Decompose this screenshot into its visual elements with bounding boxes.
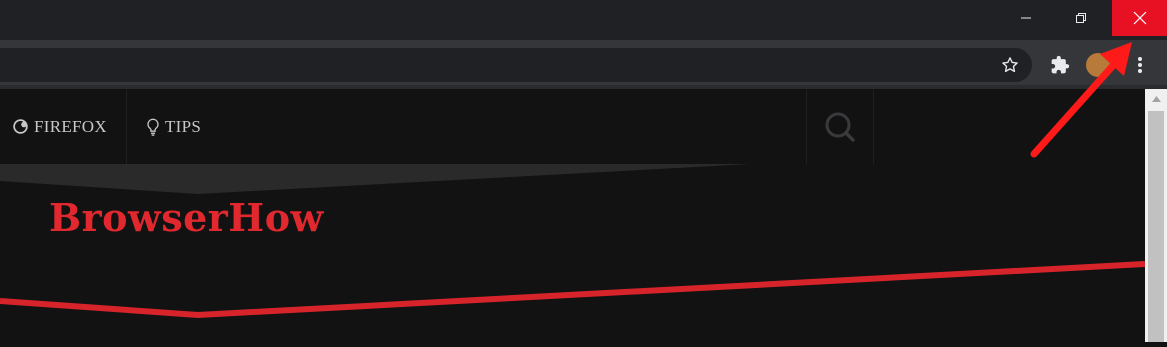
star-icon xyxy=(1002,57,1018,73)
hero-red-stripe xyxy=(0,261,1146,319)
extensions-button[interactable] xyxy=(1048,53,1072,77)
close-icon xyxy=(1133,11,1146,25)
lightbulb-icon xyxy=(147,118,159,136)
search-icon xyxy=(825,112,855,142)
chevron-up-icon xyxy=(1151,96,1161,102)
firefox-icon xyxy=(13,119,28,134)
nav-item-firefox[interactable]: FIREFOX xyxy=(12,89,107,164)
restore-button[interactable] xyxy=(1054,0,1108,36)
puzzle-icon xyxy=(1051,55,1070,74)
nav-item-label: TIPS xyxy=(165,116,202,136)
browser-menu-button[interactable] xyxy=(1128,53,1152,77)
hero-background xyxy=(0,164,1146,319)
site-nav: FIREFOX TIPS xyxy=(0,89,1145,164)
site-logo-text[interactable]: BrowserHow xyxy=(49,199,324,237)
scrollbar-thumb[interactable] xyxy=(1148,111,1164,342)
title-bar xyxy=(0,0,1167,40)
profile-avatar[interactable] xyxy=(1086,53,1110,77)
hero-shadow-shape xyxy=(0,164,750,194)
nav-item-tips[interactable]: TIPS xyxy=(146,89,201,164)
restore-icon xyxy=(1076,13,1086,23)
bookmark-star-button[interactable] xyxy=(998,53,1022,77)
scroll-up-button[interactable] xyxy=(1145,89,1167,109)
minimize-icon xyxy=(1021,17,1031,19)
address-bar[interactable] xyxy=(0,48,1032,82)
nav-divider xyxy=(873,89,874,164)
kebab-menu-icon xyxy=(1138,57,1142,73)
page-scrollbar[interactable] xyxy=(1145,89,1167,342)
site-search-button[interactable] xyxy=(807,89,873,164)
nav-item-label: FIREFOX xyxy=(34,116,107,136)
browser-toolbar xyxy=(0,45,1167,85)
close-button[interactable] xyxy=(1112,0,1167,36)
minimize-button[interactable] xyxy=(999,0,1053,36)
hero-banner xyxy=(0,164,1146,342)
nav-divider xyxy=(126,89,127,164)
